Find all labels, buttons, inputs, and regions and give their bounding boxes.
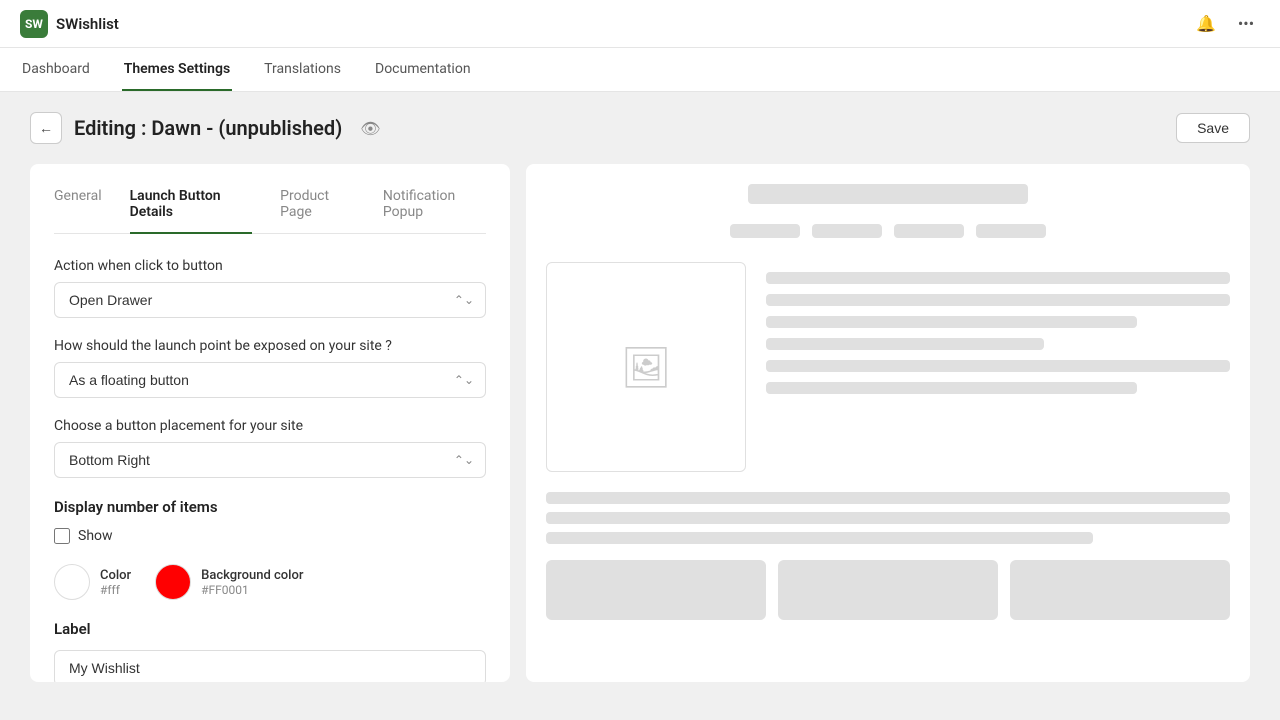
sub-tab-general[interactable]: General [54, 188, 102, 234]
label-section: Label [54, 620, 486, 682]
skeleton-card-1 [546, 560, 766, 620]
nav-tab-documentation[interactable]: Documentation [373, 48, 473, 91]
placement-label: Choose a button placement for your site [54, 418, 486, 434]
image-placeholder-icon: 🖼 [621, 344, 672, 391]
skeleton-line-2 [766, 294, 1230, 306]
skeleton-line-1 [766, 272, 1230, 284]
eye-icon[interactable]: 👁 [360, 119, 380, 138]
save-button[interactable]: Save [1176, 113, 1250, 143]
skeleton-header [748, 184, 1028, 204]
action-select-wrapper: Open Drawer Open Page Open Modal ⌃⌄ [54, 282, 486, 318]
color-value: #fff [100, 583, 131, 597]
color-item-fg: Color #fff [54, 564, 131, 600]
label-input[interactable] [54, 650, 486, 682]
sub-tab-notification-popup[interactable]: Notification Popup [383, 188, 486, 234]
back-button[interactable]: ← [30, 112, 62, 144]
preview-cards [546, 560, 1230, 620]
skeleton-line-4 [766, 338, 1044, 350]
exposure-select[interactable]: As a floating button As an inline elemen… [54, 362, 486, 398]
left-panel: General Launch Button Details Product Pa… [30, 164, 510, 682]
bell-icon[interactable]: 🔔 [1192, 10, 1220, 38]
sub-tab-launch-button[interactable]: Launch Button Details [130, 188, 253, 234]
app-logo: SW [20, 10, 48, 38]
skeleton-text-area [766, 262, 1230, 472]
exposure-form-group: How should the launch point be exposed o… [54, 338, 486, 398]
preview-content: 🖼 [526, 164, 1250, 682]
exposure-label: How should the launch point be exposed o… [54, 338, 486, 354]
action-label: Action when click to button [54, 258, 486, 274]
skeleton-bottom-2 [546, 512, 1230, 524]
skeleton-bottom-1 [546, 492, 1230, 504]
skeleton-line-3 [766, 316, 1137, 328]
bg-color-value: #FF0001 [201, 583, 303, 597]
action-select[interactable]: Open Drawer Open Page Open Modal [54, 282, 486, 318]
color-item-bg: Background color #FF0001 [155, 564, 303, 600]
skeleton-nav-2 [812, 224, 882, 238]
color-circle-bg[interactable] [155, 564, 191, 600]
preview-bottom-lines [546, 492, 1230, 544]
color-info-bg: Background color #FF0001 [201, 568, 303, 597]
skeleton-bottom-3 [546, 532, 1093, 544]
label-title: Label [54, 620, 486, 638]
skeleton-nav-1 [730, 224, 800, 238]
nav-tab-translations[interactable]: Translations [262, 48, 343, 91]
display-number-group: Display number of items Show [54, 498, 486, 544]
skeleton-nav-4 [976, 224, 1046, 238]
show-checkbox[interactable] [54, 528, 70, 544]
preview-product-area: 🖼 [546, 262, 1230, 472]
show-checkbox-row: Show [54, 528, 486, 544]
placement-form-group: Choose a button placement for your site … [54, 418, 486, 478]
bg-color-label: Background color [201, 568, 303, 583]
page-title: Editing : Dawn - (unpublished) [74, 116, 342, 140]
page-header: ← Editing : Dawn - (unpublished) 👁 Save [30, 112, 1250, 144]
color-circle-fg[interactable] [54, 564, 90, 600]
color-info-fg: Color #fff [100, 568, 131, 597]
sub-tabs: General Launch Button Details Product Pa… [54, 188, 486, 234]
sub-tab-product-page[interactable]: Product Page [280, 188, 355, 234]
color-row: Color #fff Background color #FF0001 [54, 564, 486, 600]
nav-tab-themes[interactable]: Themes Settings [122, 48, 232, 91]
app-name: SWishlist [56, 15, 119, 33]
exposure-select-wrapper: As a floating button As an inline elemen… [54, 362, 486, 398]
content-layout: General Launch Button Details Product Pa… [30, 164, 1250, 682]
skeleton-card-3 [1010, 560, 1230, 620]
display-number-title: Display number of items [54, 498, 486, 516]
skeleton-image-box: 🖼 [546, 262, 746, 472]
skeleton-line-6 [766, 382, 1137, 394]
nav-tab-dashboard[interactable]: Dashboard [20, 48, 92, 91]
top-bar: SW SWishlist 🔔 ••• [0, 0, 1280, 48]
skeleton-nav [546, 224, 1230, 238]
action-form-group: Action when click to button Open Drawer … [54, 258, 486, 318]
skeleton-nav-3 [894, 224, 964, 238]
placement-select-wrapper: Bottom Right Bottom Left Top Right Top L… [54, 442, 486, 478]
nav-tabs: Dashboard Themes Settings Translations D… [0, 48, 1280, 92]
skeleton-line-5 [766, 360, 1230, 372]
right-panel-preview: 🖼 [526, 164, 1250, 682]
more-options-icon[interactable]: ••• [1232, 10, 1260, 38]
page-header-left: ← Editing : Dawn - (unpublished) 👁 [30, 112, 381, 144]
color-label: Color [100, 568, 131, 583]
placement-select[interactable]: Bottom Right Bottom Left Top Right Top L… [54, 442, 486, 478]
show-label: Show [78, 528, 113, 544]
skeleton-card-2 [778, 560, 998, 620]
main-content: ← Editing : Dawn - (unpublished) 👁 Save … [0, 92, 1280, 720]
top-bar-right: 🔔 ••• [1192, 10, 1260, 38]
